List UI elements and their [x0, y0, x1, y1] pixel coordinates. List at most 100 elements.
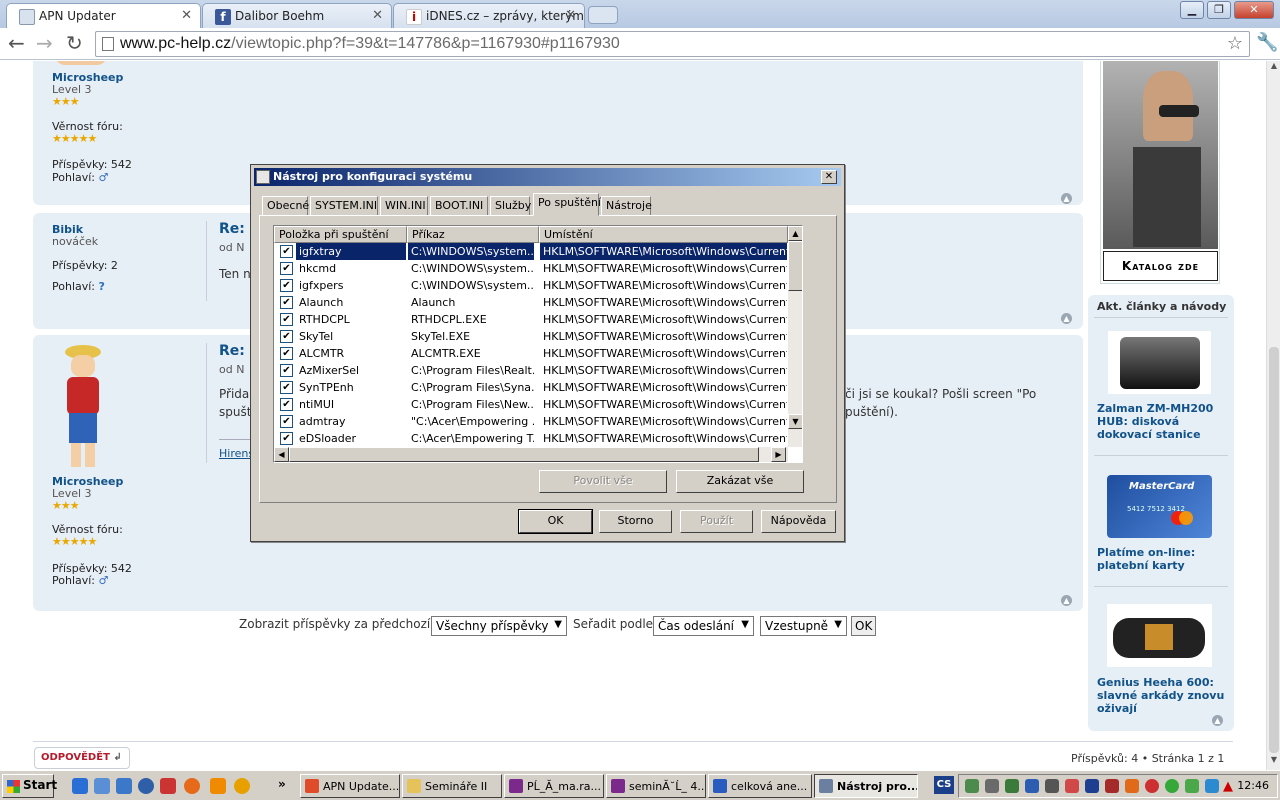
scroll-up-icon[interactable]: ▲: [788, 226, 802, 241]
settings-icon[interactable]: [116, 778, 132, 794]
close-tab-icon[interactable]: ✕: [372, 8, 383, 23]
start-button[interactable]: Start: [2, 774, 57, 798]
explorer-icon[interactable]: [94, 778, 110, 794]
tray-update-icon[interactable]: [1125, 779, 1139, 793]
article-link[interactable]: Genius Heeha 600: slavné arkády znovu ož…: [1097, 676, 1227, 715]
scrollbar-thumb[interactable]: [289, 447, 759, 462]
scroll-down-icon[interactable]: ▼: [1268, 755, 1280, 769]
article-thumbnail-genius[interactable]: [1107, 604, 1212, 667]
taskbar-button[interactable]: PĹ_Ă_ma.ra...: [504, 774, 604, 798]
taskbar-button[interactable]: seminĂ˘Ĺ_ 4...: [606, 774, 706, 798]
back-to-top-icon[interactable]: ▲: [1212, 715, 1223, 726]
scroll-left-icon[interactable]: ◀: [274, 447, 289, 462]
startup-checkbox[interactable]: ✔: [280, 245, 293, 258]
article-link[interactable]: Platíme on-line: platební karty: [1097, 546, 1227, 572]
tab-general[interactable]: Obecné: [262, 196, 309, 215]
column-header-item[interactable]: Položka při spuštění: [274, 226, 407, 243]
wrench-menu-icon[interactable]: 🔧: [1256, 32, 1278, 53]
startup-checkbox[interactable]: ✔: [280, 432, 293, 445]
close-tab-icon[interactable]: ✕: [181, 8, 192, 23]
startup-row[interactable]: ✔ igfxtray C:\WINDOWS\system... HKLM\SOFTWA…: [274, 243, 787, 260]
article-link[interactable]: Zalman ZM-MH200 HUB: disková dokovací st…: [1097, 402, 1227, 441]
disable-all-button[interactable]: Zakázat vše: [676, 470, 804, 493]
tray-volume-icon[interactable]: [1045, 779, 1059, 793]
back-arrow-icon[interactable]: ←: [8, 32, 25, 54]
article-thumbnail-hub[interactable]: [1108, 331, 1211, 394]
startup-row[interactable]: ✔ hkcmd C:\WINDOWS\system... HKLM\SOFTWARE\…: [274, 260, 787, 277]
back-to-top-icon[interactable]: ▲: [1061, 313, 1072, 324]
pdf-icon[interactable]: [160, 778, 176, 794]
startup-row[interactable]: ✔ igfxpers C:\WINDOWS\system... HKLM\SOFTWA…: [274, 277, 787, 294]
tab-services[interactable]: Služby: [490, 196, 531, 215]
tray-warning-icon[interactable]: ▲: [1223, 779, 1237, 794]
taskbar-button[interactable]: celková ane...: [708, 774, 812, 798]
app-icon[interactable]: [234, 778, 250, 794]
tray-battery-icon[interactable]: [1185, 779, 1199, 793]
reply-button[interactable]: ODPOVĚDĚT ↲: [34, 747, 130, 769]
tray-signal-icon[interactable]: [1005, 779, 1019, 793]
startup-checkbox[interactable]: ✔: [280, 296, 293, 309]
page-scrollbar[interactable]: ▲ ▼: [1266, 61, 1280, 770]
tray-shield-icon[interactable]: [1105, 779, 1119, 793]
startup-row[interactable]: ✔ RTHDCPL RTHDCPL.EXE HKLM\SOFTWARE\Microso…: [274, 311, 787, 328]
new-tab-button[interactable]: [588, 6, 618, 24]
dialog-title-bar[interactable]: Nástroj pro konfiguraci systému ✕: [254, 168, 841, 186]
startup-row[interactable]: ✔ ntiMUI C:\Program Files\New... HKLM\SOFTW…: [274, 396, 787, 413]
article-thumbnail-mastercard[interactable]: MasterCard 5412 7512 3412: [1107, 475, 1212, 538]
column-header-command[interactable]: Příkaz: [407, 226, 539, 243]
language-indicator[interactable]: CS: [934, 776, 954, 794]
minimize-icon[interactable]: ▁: [1180, 1, 1204, 19]
help-button[interactable]: Nápověda: [761, 510, 836, 533]
forward-arrow-icon[interactable]: →: [36, 32, 53, 54]
ie-icon[interactable]: [72, 778, 88, 794]
scroll-right-icon[interactable]: ▶: [771, 447, 786, 462]
startup-checkbox[interactable]: ✔: [280, 398, 293, 411]
close-window-icon[interactable]: ✕: [1234, 1, 1274, 19]
startup-row[interactable]: ✔ SynTPEnh C:\Program Files\Syna... HKLM\SO…: [274, 379, 787, 396]
column-header-location[interactable]: Umístění: [539, 226, 788, 243]
startup-row[interactable]: ✔ Alaunch Alaunch HKLM\SOFTWARE\Microsoft\W…: [274, 294, 787, 311]
startup-checkbox[interactable]: ✔: [280, 364, 293, 377]
sort-order-select[interactable]: Vzestupně ▼: [760, 616, 847, 636]
scrollbar-thumb[interactable]: [788, 241, 802, 291]
media-player-icon[interactable]: [138, 778, 154, 794]
back-to-top-icon[interactable]: ▲: [1061, 193, 1072, 204]
clock[interactable]: 12:46: [1237, 779, 1269, 792]
quicklaunch-more-icon[interactable]: »: [278, 777, 286, 791]
startup-row[interactable]: ✔ ALCMTR ALCMTR.EXE HKLM\SOFTWARE\Microsoft…: [274, 345, 787, 362]
browser-tab-idnes[interactable]: i iDNES.cz – zprávy, kterým m ✕: [393, 3, 585, 28]
startup-row[interactable]: ✔ eDSloader C:\Acer\Empowering T... HKLM\SO…: [274, 430, 787, 447]
back-to-top-icon[interactable]: ▲: [1061, 595, 1072, 606]
ok-button[interactable]: OK: [518, 509, 593, 534]
tab-startup[interactable]: Po spuštění: [533, 193, 601, 216]
firefox-icon[interactable]: [184, 778, 200, 794]
startup-checkbox[interactable]: ✔: [280, 262, 293, 275]
tab-system-ini[interactable]: SYSTEM.INI: [310, 196, 378, 215]
scrollbar-thumb[interactable]: [1269, 347, 1279, 753]
startup-row[interactable]: ✔ SkyTel SkyTel.EXE HKLM\SOFTWARE\Microsoft…: [274, 328, 787, 345]
cancel-button[interactable]: Storno: [599, 510, 672, 533]
startup-checkbox[interactable]: ✔: [280, 347, 293, 360]
tray-display-icon[interactable]: [985, 779, 999, 793]
startup-checkbox[interactable]: ✔: [280, 313, 293, 326]
scroll-down-icon[interactable]: ▼: [788, 414, 802, 429]
tray-network-icon[interactable]: [965, 779, 979, 793]
browser-tab-apn-updater[interactable]: APN Updater ✕: [6, 3, 201, 28]
vlc-icon[interactable]: [210, 778, 226, 794]
tray-skype-icon[interactable]: [1205, 779, 1219, 793]
startup-checkbox[interactable]: ✔: [280, 279, 293, 292]
startup-checkbox[interactable]: ✔: [280, 415, 293, 428]
reload-icon[interactable]: ↻: [66, 32, 83, 54]
close-tab-icon[interactable]: ✕: [565, 8, 576, 23]
tab-win-ini[interactable]: WIN.INI: [380, 196, 428, 215]
startup-row[interactable]: ✔ admtray "C:\Acer\Empowering ... HKLM\SOFT…: [274, 413, 787, 430]
startup-row[interactable]: ✔ AzMixerSel C:\Program Files\Realt... HKLM…: [274, 362, 787, 379]
dialog-close-icon[interactable]: ✕: [821, 170, 837, 184]
scroll-up-icon[interactable]: ▲: [1268, 61, 1280, 75]
enable-all-button[interactable]: Povolit vše: [539, 470, 667, 493]
sort-by-select[interactable]: Čas odeslání ▼: [653, 616, 754, 636]
list-horizontal-scrollbar[interactable]: ◀ ▶: [274, 447, 788, 462]
show-posts-select[interactable]: Všechny příspěvky ▼: [431, 616, 567, 636]
startup-checkbox[interactable]: ✔: [280, 330, 293, 343]
list-vertical-scrollbar[interactable]: ▲ ▼: [788, 226, 802, 447]
